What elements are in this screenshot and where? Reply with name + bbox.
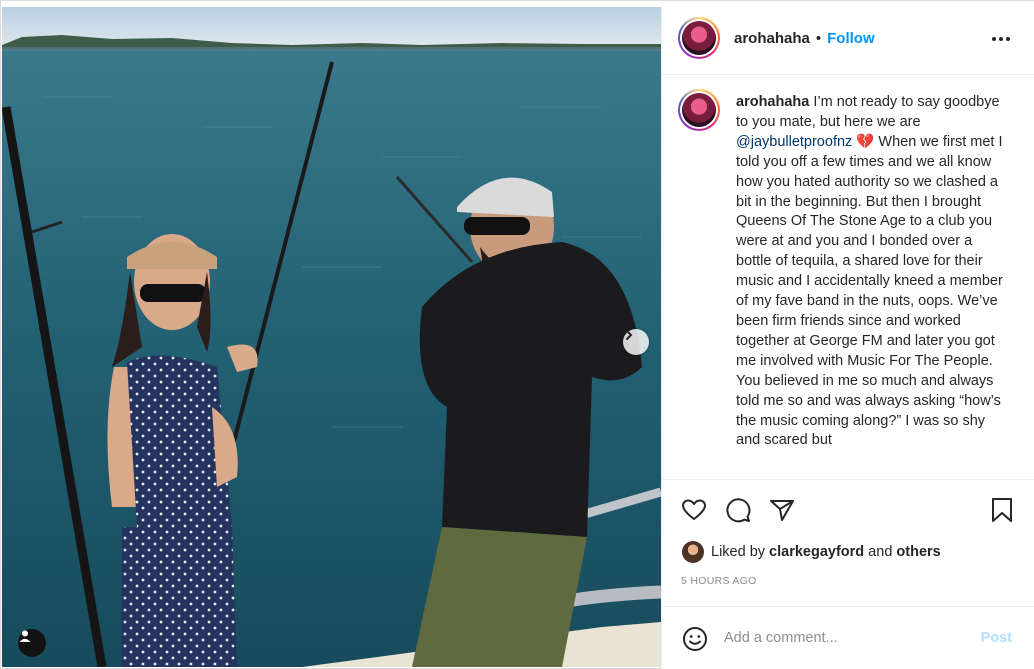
comment-icon[interactable]	[724, 496, 752, 524]
caption-area[interactable]: arohahaha I’m not ready to say goodbye t…	[662, 75, 1034, 479]
liked-by-prefix: Liked by	[711, 544, 770, 560]
caption-mention[interactable]: @jaybulletproofnz	[736, 134, 852, 150]
broken-heart-emoji: 💔	[856, 133, 875, 150]
post-side-panel: arohahaha • Follow arohahaha I’m not rea…	[661, 1, 1034, 669]
likes-others-link[interactable]: others	[896, 544, 940, 560]
liked-and: and	[864, 544, 897, 560]
liker-avatar[interactable]	[682, 541, 704, 563]
share-icon[interactable]	[768, 496, 796, 524]
follow-button[interactable]: Follow	[827, 30, 875, 47]
caption-avatar[interactable]	[678, 89, 720, 131]
author-username[interactable]: arohahaha	[734, 30, 810, 47]
heart-icon[interactable]	[680, 496, 708, 524]
liker-username[interactable]: clarkegayford	[769, 544, 864, 560]
caption-text: arohahaha I’m not ready to say goodbye t…	[736, 93, 1008, 451]
emoji-icon[interactable]	[682, 626, 708, 652]
comment-bar: Post	[662, 606, 1034, 669]
post-comment-button[interactable]: Post	[981, 630, 1012, 646]
caption-text-rest: When we first met I told you off a few t…	[736, 133, 1003, 449]
next-photo-button[interactable]	[623, 329, 649, 355]
action-bar	[662, 479, 1034, 537]
header-row: arohahaha • Follow	[734, 30, 875, 47]
post-header: arohahaha • Follow	[662, 1, 1034, 75]
post-timestamp[interactable]: 5 HOURS AGO	[681, 575, 757, 587]
comment-input[interactable]	[724, 625, 964, 651]
more-options-button[interactable]	[992, 37, 1010, 41]
author-avatar[interactable]	[678, 17, 720, 59]
more-options-icon	[992, 37, 996, 41]
user-tag-button[interactable]	[18, 629, 46, 657]
post-dialog: arohahaha • Follow arohahaha I’m not rea…	[0, 0, 1034, 669]
likes-summary: Liked by clarkegayford and others	[682, 541, 941, 563]
caption-username[interactable]: arohahaha	[736, 94, 809, 110]
dot-separator: •	[815, 30, 822, 47]
photo-scene	[2, 7, 661, 667]
post-photo[interactable]	[2, 7, 661, 667]
bookmark-icon[interactable]	[988, 496, 1016, 524]
